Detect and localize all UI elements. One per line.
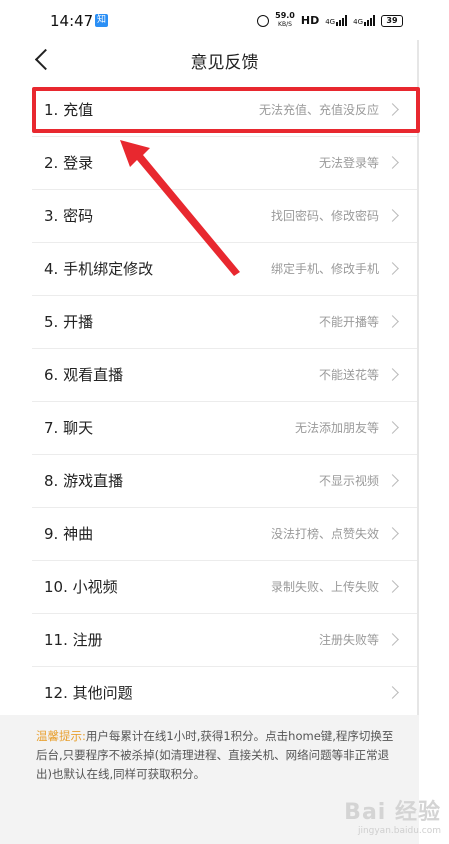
battery-icon: 39 — [381, 14, 403, 27]
list-item-other[interactable]: 12. 其他问题 — [32, 667, 417, 719]
signal-4g-label-2: 4G — [353, 18, 363, 26]
item-hint: 没法打榜、点赞失效 — [270, 527, 379, 541]
item-label: 10. 小视频 — [44, 578, 118, 596]
watermark-logo: Bai 经验 jingyan.baidu.com — [344, 794, 441, 836]
item-hint: 不显示视频 — [318, 474, 379, 488]
watermark-brand: Bai 经验 — [344, 800, 441, 825]
item-label: 6. 观看直播 — [44, 366, 124, 384]
item-label: 11. 注册 — [44, 631, 103, 649]
item-hint: 找回密码、修改密码 — [270, 209, 379, 223]
watermark-url: jingyan.baidu.com — [357, 826, 441, 836]
list-item-chat[interactable]: 7. 聊天 无法添加朋友等 — [32, 402, 417, 455]
item-label: 3. 密码 — [44, 207, 94, 225]
network-speed-unit: KB/S — [278, 21, 292, 28]
alarm-icon — [257, 14, 270, 27]
list-item-watch-live[interactable]: 6. 观看直播 不能送花等 — [32, 349, 417, 402]
list-item-phone-binding[interactable]: 4. 手机绑定修改 绑定手机、修改手机 — [32, 243, 417, 296]
chevron-right-icon — [386, 474, 399, 487]
list-item-register[interactable]: 11. 注册 注册失败等 — [32, 614, 417, 667]
item-label: 9. 神曲 — [44, 525, 94, 543]
item-hint: 无法添加朋友等 — [294, 421, 379, 435]
item-label: 5. 开播 — [44, 313, 94, 331]
tip-label: 温馨提示: — [36, 729, 86, 743]
list-item-password[interactable]: 3. 密码 找回密码、修改密码 — [32, 190, 417, 243]
item-hint: 不能送花等 — [318, 368, 379, 382]
app-notification-icon: 知 — [95, 14, 108, 27]
nav-bar: 意见反馈 — [0, 40, 449, 84]
hd-icon: HD — [300, 14, 320, 27]
chevron-right-icon — [386, 527, 399, 540]
item-hint: 绑定手机、修改手机 — [270, 262, 379, 276]
list-item-short-video[interactable]: 10. 小视频 录制失败、上传失败 — [32, 561, 417, 614]
status-time: 14:47 — [50, 12, 94, 30]
status-icons: 59.0 KB/S HD 4G 4G 39 — [257, 12, 403, 29]
tip-text: 用户每累计在线1小时,获得1积分。点击home键,程序切换至后台,只要程序不被杀… — [36, 729, 394, 781]
highlight-annotation-box — [32, 87, 420, 133]
status-bar: 14:47 知 59.0 KB/S HD 4G 4G 39 — [0, 0, 449, 40]
network-speed: 59.0 KB/S — [275, 12, 295, 29]
chevron-right-icon — [386, 633, 399, 646]
item-hint: 注册失败等 — [318, 633, 379, 647]
chevron-right-icon — [386, 156, 399, 169]
list-item-song[interactable]: 9. 神曲 没法打榜、点赞失效 — [32, 508, 417, 561]
item-label: 2. 登录 — [44, 154, 94, 172]
chevron-right-icon — [386, 315, 399, 328]
item-hint: 无法登录等 — [318, 156, 379, 170]
chevron-right-icon — [386, 421, 399, 434]
item-label: 8. 游戏直播 — [44, 472, 124, 490]
item-hint: 录制失败、上传失败 — [270, 580, 379, 594]
signal-4g-icon-2: 4G — [353, 15, 375, 26]
list-item-game-live[interactable]: 8. 游戏直播 不显示视频 — [32, 455, 417, 508]
page-title: 意见反馈 — [190, 53, 259, 73]
chevron-right-icon — [386, 368, 399, 381]
item-hint: 不能开播等 — [318, 315, 379, 329]
item-label: 7. 聊天 — [44, 419, 94, 437]
item-label: 12. 其他问题 — [44, 684, 133, 702]
chevron-right-icon — [386, 580, 399, 593]
list-item-login[interactable]: 2. 登录 无法登录等 — [32, 137, 417, 190]
signal-4g-label: 4G — [325, 18, 336, 26]
item-label: 4. 手机绑定修改 — [44, 260, 154, 278]
network-speed-value: 59.0 — [275, 11, 295, 20]
list-item-start-broadcast[interactable]: 5. 开播 不能开播等 — [32, 296, 417, 349]
chevron-right-icon — [386, 209, 399, 222]
chevron-right-icon — [386, 262, 399, 275]
chevron-right-icon — [386, 686, 399, 699]
signal-4g-icon: 4G — [325, 15, 348, 26]
